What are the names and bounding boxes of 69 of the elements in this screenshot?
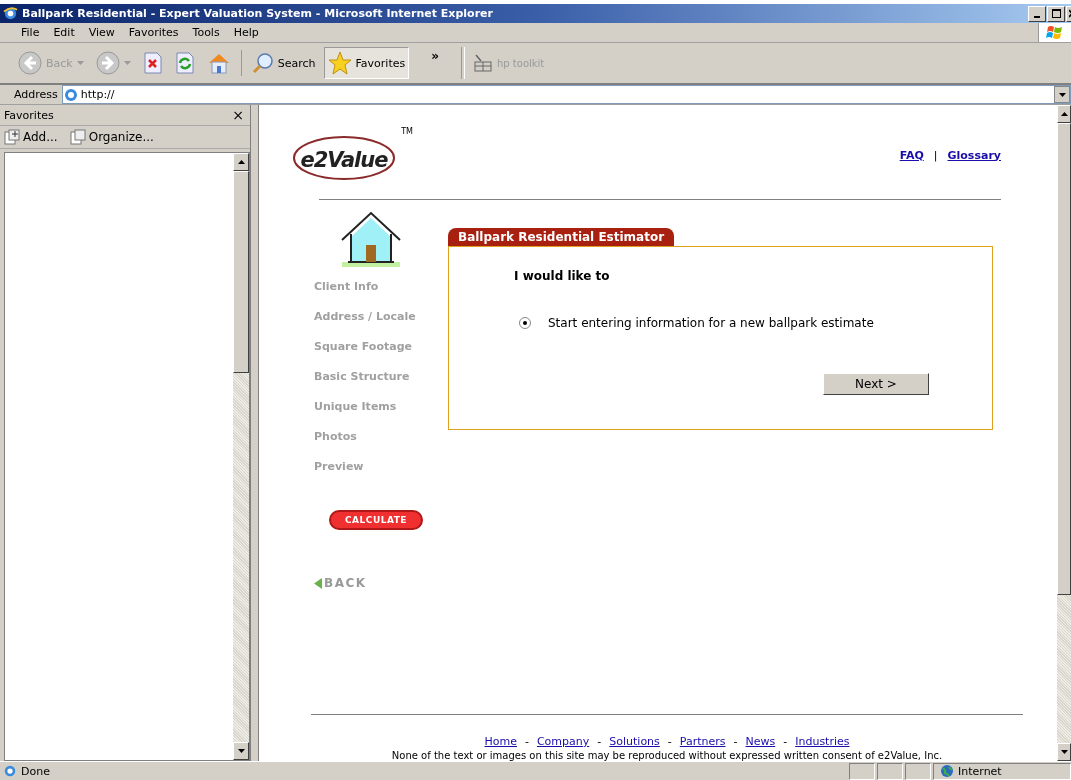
window-title: Ballpark Residential - Expert Valuation System - Microsoft Internet Explorer [22,7,494,20]
organize-favorites-button[interactable]: Organize... [69,129,154,145]
menu-item[interactable]: File [14,26,47,39]
down-arrow-icon [1060,750,1068,754]
menu-item[interactable]: Edit [46,26,82,39]
next-button[interactable]: Next > [823,373,929,395]
scroll-up-button[interactable] [233,153,249,171]
footer-link[interactable]: Solutions [609,735,660,748]
link-separator: | [933,148,938,162]
minimize-button[interactable] [1028,5,1046,22]
glossary-link[interactable]: Glossary [947,148,1001,162]
add-favorite-icon [4,129,20,145]
toolbar-overflow-button[interactable]: » [431,49,439,63]
scroll-thumb[interactable] [233,171,249,373]
menu-item[interactable]: Tools [185,26,227,39]
browser-icon [3,6,18,21]
calculate-button[interactable]: CALCULATE [329,510,423,530]
scroll-up-button[interactable] [1057,105,1071,123]
page-icon [62,86,79,103]
search-button[interactable]: Search [247,48,320,78]
scroll-down-button[interactable] [1057,743,1071,761]
status-pane [877,762,903,780]
link-separator: - [783,735,788,748]
menu-item[interactable]: View [81,26,122,39]
link-separator: - [667,735,672,748]
search-icon [251,52,274,74]
close-button[interactable]: × [232,107,244,123]
security-zone: Internet [933,762,1071,780]
maximize-button[interactable] [1047,5,1065,22]
menu-item[interactable]: Favorites [121,26,186,39]
footer-link[interactable]: Industries [795,735,850,748]
down-arrow-icon [237,749,245,753]
up-arrow-icon [237,160,245,164]
faq-link[interactable]: FAQ [899,148,924,162]
copyright-text: None of the text or images on this site may be reproduced without expressed written consent of e2Value, Inc. [390,750,944,761]
page-icon [3,764,17,778]
up-arrow-icon [1060,112,1068,116]
stop-icon [142,52,163,74]
address-field[interactable]: http:// [61,85,1071,104]
maximize-icon [1051,9,1061,18]
footer-link[interactable]: News [745,735,776,748]
footer-link[interactable]: Home [484,735,517,748]
link-separator: - [597,735,602,748]
folder-icon [69,129,86,145]
link-separator: - [524,735,529,748]
link-separator: - [733,735,738,748]
star-icon [327,51,352,75]
radio-button[interactable] [519,317,531,329]
favorites-button[interactable]: Favorites [323,47,410,79]
footer-link[interactable]: Partners [679,735,726,748]
scrollbar[interactable] [233,153,249,760]
status-text: Done [0,764,849,778]
status-pane [849,762,875,780]
minimize-icon [1034,15,1040,18]
globe-icon [940,764,954,778]
menu-item[interactable]: Help [226,26,266,39]
footer-link[interactable]: Company [536,735,590,748]
address-label: Address [14,88,58,101]
status-pane [905,762,931,780]
prompt-text: I would like to [514,269,611,283]
refresh-icon [174,52,195,74]
scroll-thumb[interactable] [1057,123,1071,595]
favorites-title: Favorites [4,108,54,122]
option-label: Start entering information for a new ballpark estimate [548,316,874,330]
scroll-down-button[interactable] [233,742,249,760]
toolkit-icon [473,53,493,73]
add-favorite-button[interactable]: Add... [4,129,58,145]
scrollbar[interactable] [1057,105,1071,761]
triangle-icon [314,577,322,589]
